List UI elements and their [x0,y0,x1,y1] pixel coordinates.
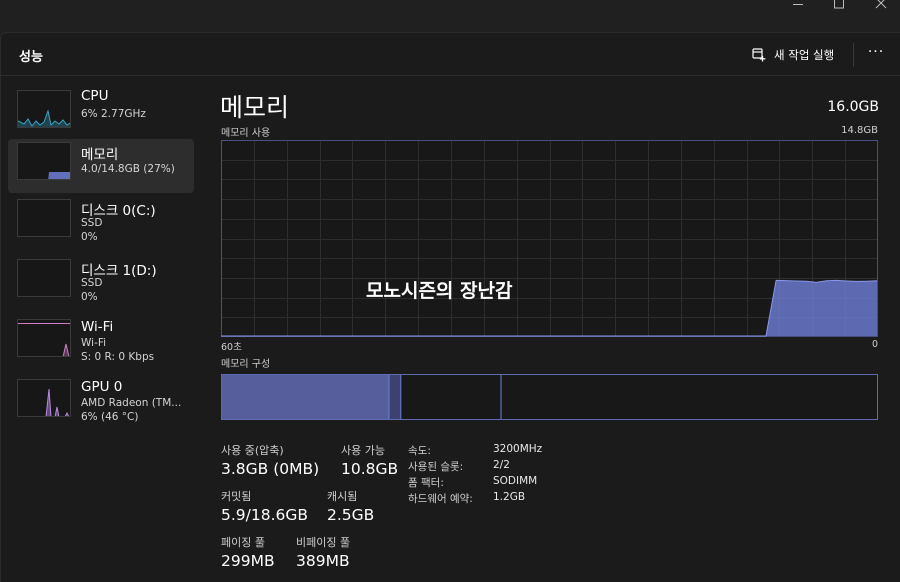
committed-label: 커밋됨 [221,490,252,503]
page-title: 성능 [19,50,43,65]
slots-used-value: 2/2 [493,459,510,471]
cached-value: 2.5GB [327,506,375,524]
sidebar-item-throughput: S: 0 R: 0 Kbps [81,351,155,363]
sidebar-item-usage: 6% (46 °C) [81,411,139,423]
minimize-icon [793,4,803,5]
sidebar-item-disk1[interactable]: 디스크 1(D:) SSD 0% [8,256,194,310]
sidebar-item-detail: 4.0/14.8GB (27%) [81,163,175,175]
disk1-thumbnail-graph [17,259,71,297]
graph-x-start-label: 60초 [221,342,242,353]
speed-value: 3200MHz [493,443,543,455]
sidebar-item-usage: 0% [81,231,98,243]
maximize-icon [834,0,844,9]
hardware-reserved-label: 하드웨어 예약: [408,493,473,505]
cached-label: 캐시됨 [327,490,358,503]
memory-usage-label: 메모리 사용 [221,128,271,139]
cpu-thumbnail-graph [17,90,71,128]
available-value: 10.8GB [341,460,399,478]
sidebar-item-detail: 6% 2.77GHz [81,108,146,120]
disk0-thumbnail-graph [17,199,71,237]
gpu-thumbnail-graph [17,379,71,417]
sidebar-item-detail: Wi-Fi [81,337,107,349]
paged-pool-value: 299MB [221,552,275,570]
wifi-thumbnail-graph [17,319,71,357]
sidebar-item-detail: AMD Radeon (TM... [81,397,182,409]
watermark-text: 모노시즌의 장난감 [366,280,513,302]
sidebar-item-cpu[interactable]: CPU 6% 2.77GHz [8,87,194,141]
new-task-button[interactable]: 새 작업 실행 [752,44,834,66]
in-use-label: 사용 중(압축) [221,444,284,457]
header-divider [853,43,854,67]
title-bar[interactable] [0,0,900,32]
composition-modified[interactable] [389,375,401,419]
available-label: 사용 가능 [341,444,385,457]
sidebar-item-gpu[interactable]: GPU 0 AMD Radeon (TM... 6% (46 °C) [8,376,194,430]
sidebar-item-detail: SSD [81,217,103,229]
sidebar-item-disk0[interactable]: 디스크 0(C:) SSD 0% [8,196,194,250]
hardware-reserved-value: 1.2GB [493,491,526,503]
page-header: 성능 새 작업 실행 ··· [0,33,900,76]
speed-label: 속도: [408,445,431,457]
memory-title: 메모리 [220,93,290,122]
sidebar-item-title: GPU 0 [81,379,123,395]
composition-in-use[interactable] [222,375,389,419]
memory-thumbnail-fill [48,172,70,179]
maximize-button[interactable] [816,0,862,14]
memory-composition-label: 메모리 구성 [221,359,271,370]
sidebar-item-title: 메모리 [81,147,119,163]
sidebar-item-title: CPU [81,88,109,104]
more-button[interactable]: ··· [864,45,888,65]
sidebar-item-title: 디스크 1(D:) [81,263,157,279]
memory-total: 16.0GB [827,99,879,115]
sidebar-item-usage: 0% [81,291,98,303]
paged-pool-label: 페이징 풀 [221,536,265,549]
sidebar-item-detail: SSD [81,277,103,289]
graph-x-end-label: 0 [871,339,878,350]
sidebar-item-title: Wi-Fi [81,319,114,335]
sidebar-item-wifi[interactable]: Wi-Fi Wi-Fi S: 0 R: 0 Kbps [8,316,194,370]
committed-value: 5.9/18.6GB [221,506,309,524]
form-factor-label: 폼 팩터: [408,477,444,489]
nonpaged-pool-label: 비페이징 풀 [296,536,351,549]
nonpaged-pool-value: 389MB [296,552,350,570]
gpu-thumbnail-line [45,388,70,416]
memory-composition-bar [221,374,878,420]
memory-thumbnail-graph [17,142,71,180]
new-task-label: 새 작업 실행 [774,48,835,62]
close-icon [875,0,887,9]
new-task-icon [752,48,766,62]
sidebar-item-memory[interactable]: 메모리 4.0/14.8GB (27%) [8,139,194,193]
more-icon: ··· [867,44,885,60]
form-factor-value: SODIMM [493,475,538,487]
close-button[interactable] [858,0,900,14]
minimize-button[interactable] [775,0,821,14]
in-use-value: 3.8GB (0MB) [221,460,320,478]
wifi-thumbnail-line [62,343,70,356]
gpu-thumbnail-fill [46,389,69,416]
memory-usage-graph [221,140,878,337]
sidebar-item-title: 디스크 0(C:) [81,203,156,219]
memory-usage-max: 14.8GB [841,125,878,136]
slots-used-label: 사용된 슬롯: [408,461,464,473]
